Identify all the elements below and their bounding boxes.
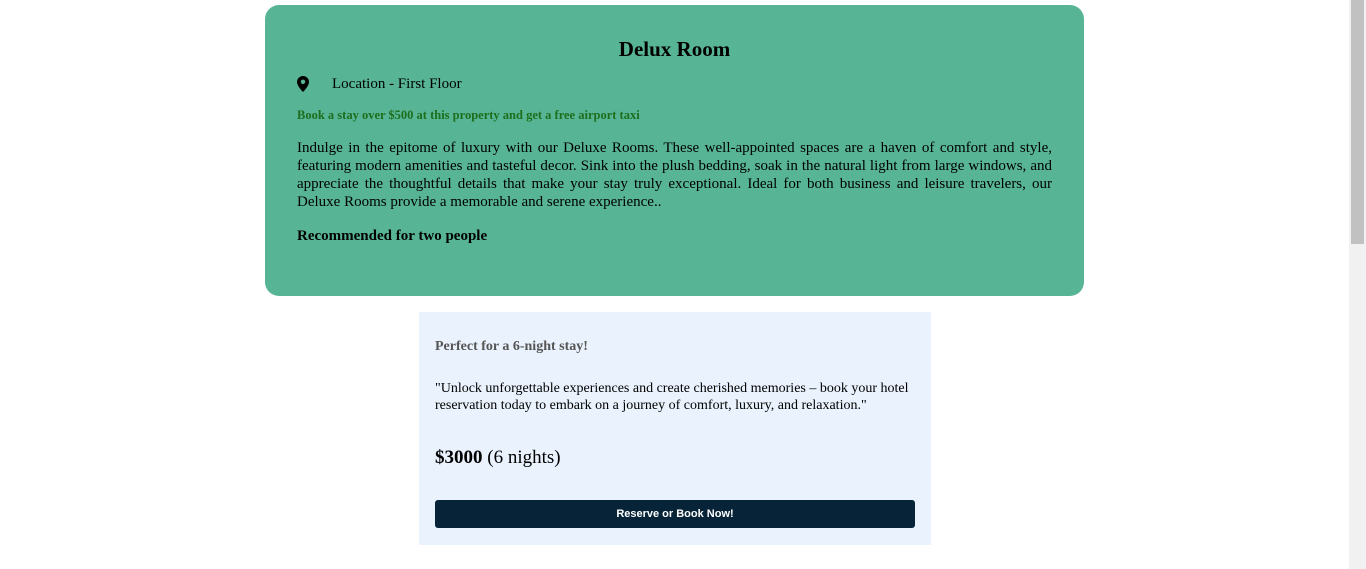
price-nights: (6 nights) (487, 447, 561, 468)
room-description: Indulge in the epitome of luxury with ou… (297, 140, 1052, 210)
price-amount: $3000 (435, 447, 483, 468)
location-row: Location - First Floor (297, 75, 1052, 93)
room-details-card: Delux Room Location - First Floor Book a… (265, 5, 1084, 296)
promo-text: Book a stay over $500 at this property a… (297, 108, 640, 122)
page: Delux Room Location - First Floor Book a… (0, 0, 1349, 569)
room-title: Delux Room (618, 37, 731, 61)
price-row: $3000 (6 nights) (435, 447, 915, 469)
reserve-book-button[interactable]: Reserve or Book Now! (435, 500, 915, 528)
vertical-scrollbar[interactable] (1349, 0, 1366, 569)
stay-label: Perfect for a 6-night stay! (435, 339, 588, 354)
location-text: Location - First Floor (332, 76, 462, 92)
scrollbar-thumb[interactable] (1351, 0, 1364, 244)
booking-quote: "Unlock unforgettable experiences and cr… (435, 381, 909, 413)
recommendation-text: Recommended for two people (297, 228, 488, 244)
booking-card: Perfect for a 6-night stay! "Unlock unfo… (419, 312, 931, 545)
map-pin-icon (297, 76, 309, 92)
